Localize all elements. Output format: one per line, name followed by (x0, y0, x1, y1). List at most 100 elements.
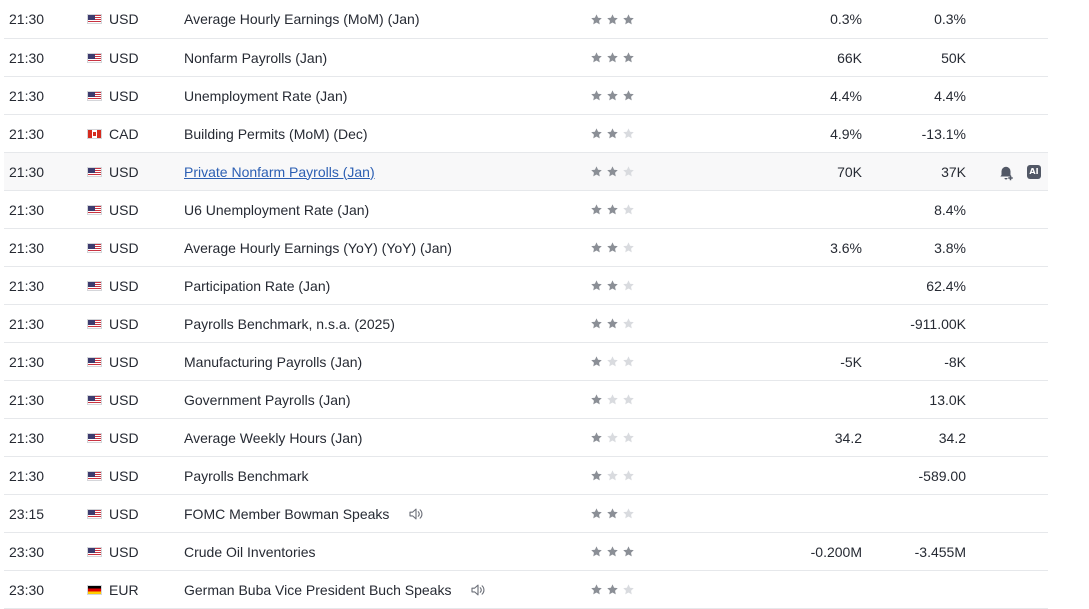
event-row[interactable]: 21:30 USD Average Hourly Earnings (MoM) (J… (4, 0, 1048, 39)
event-currency: USD (109, 391, 139, 408)
star-icon (590, 241, 603, 254)
event-row[interactable]: 21:30 USD Payrolls Benchmark, n.s.a. (2025… (4, 305, 1048, 343)
event-forecast: -589.00 (918, 467, 966, 484)
event-forecast: 8.4% (934, 201, 966, 218)
event-row[interactable]: 23:30 USD Crude Oil Inventories -0.200M -3.4… (4, 533, 1048, 571)
star-icon (606, 431, 619, 444)
star-icon (590, 51, 603, 64)
event-name[interactable]: Building Permits (MoM) (Dec) (184, 115, 368, 152)
event-row[interactable]: 21:30 USD Average Weekly Hours (Jan) 34.2 34… (4, 419, 1048, 457)
event-name[interactable]: Government Payrolls (Jan) (184, 381, 351, 418)
event-time: 21:30 (9, 315, 45, 332)
ai-icon[interactable]: AI (1027, 164, 1041, 179)
speaker-icon (407, 505, 425, 523)
event-currency: USD (109, 429, 139, 446)
event-time: 21:30 (9, 163, 45, 180)
star-icon (590, 355, 603, 368)
event-name-label: Payrolls Benchmark (184, 467, 309, 484)
star-icon (622, 51, 635, 64)
importance-stars (590, 77, 635, 114)
event-actual: -0.200M (810, 543, 862, 560)
star-icon (606, 89, 619, 102)
event-forecast: 34.2 (938, 429, 966, 446)
event-row[interactable]: 21:30 USD Nonfarm Payrolls (Jan) 66K 50K (4, 39, 1048, 77)
event-currency: USD (109, 353, 139, 370)
event-actual: -5K (840, 353, 862, 370)
event-row[interactable]: 23:30 EUR German Buba Vice President Buch … (4, 571, 1048, 609)
event-currency: USD (109, 201, 139, 218)
event-name[interactable]: Private Nonfarm Payrolls (Jan) (184, 153, 375, 190)
event-name[interactable]: Manufacturing Payrolls (Jan) (184, 343, 362, 380)
event-name[interactable]: Nonfarm Payrolls (Jan) (184, 39, 327, 76)
event-row[interactable]: 21:30 USD Manufacturing Payrolls (Jan) -5K -… (4, 343, 1048, 381)
event-time: 21:30 (9, 353, 45, 370)
event-name-label: Crude Oil Inventories (184, 543, 316, 560)
star-icon (590, 165, 603, 178)
event-name-label: Average Hourly Earnings (MoM) (Jan) (184, 11, 420, 27)
event-name[interactable]: FOMC Member Bowman Speaks (184, 495, 425, 532)
star-icon (606, 355, 619, 368)
event-time: 21:30 (9, 277, 45, 294)
event-currency: EUR (109, 581, 139, 598)
star-icon (622, 127, 635, 140)
us-flag-icon (87, 546, 102, 557)
event-row[interactable]: 21:30 USD Participation Rate (Jan) 62.4% (4, 267, 1048, 305)
de-flag-icon (87, 584, 102, 595)
event-name-label: U6 Unemployment Rate (Jan) (184, 201, 370, 218)
event-row[interactable]: 21:30 USD U6 Unemployment Rate (Jan) 8.4% (4, 191, 1048, 229)
us-flag-icon (87, 508, 102, 519)
importance-stars (590, 343, 635, 380)
event-name[interactable]: Average Hourly Earnings (MoM) (Jan) (184, 0, 420, 38)
event-currency: USD (109, 11, 139, 27)
importance-stars (590, 495, 635, 532)
event-name[interactable]: Crude Oil Inventories (184, 533, 316, 570)
event-currency: CAD (109, 125, 139, 142)
star-icon (622, 469, 635, 482)
event-row[interactable]: 21:30 USD Payrolls Benchmark -589.00 (4, 457, 1048, 495)
event-forecast: 62.4% (926, 277, 966, 294)
star-icon (590, 393, 603, 406)
event-name[interactable]: German Buba Vice President Buch Speaks (184, 571, 487, 608)
event-row[interactable]: 21:30 USD Unemployment Rate (Jan) 4.4% 4.4% (4, 77, 1048, 115)
us-flag-icon (87, 432, 102, 443)
speaker-icon (469, 581, 487, 599)
event-name[interactable]: Payrolls Benchmark, n.s.a. (2025) (184, 305, 395, 342)
event-row[interactable]: 21:30 USD Average Hourly Earnings (YoY) (Y… (4, 229, 1048, 267)
event-name[interactable]: U6 Unemployment Rate (Jan) (184, 191, 369, 228)
event-name-label: German Buba Vice President Buch Speaks (184, 581, 452, 598)
scrollbar[interactable] (1082, 0, 1089, 606)
event-row[interactable]: 21:30 USD Government Payrolls (Jan) 13.0K (4, 381, 1048, 419)
star-icon (606, 165, 619, 178)
event-row[interactable]: 23:15 USD FOMC Member Bowman Speaks (4, 495, 1048, 533)
star-icon (590, 469, 603, 482)
event-name[interactable]: Payrolls Benchmark (184, 457, 309, 494)
event-time: 21:30 (9, 429, 45, 446)
event-name[interactable]: Average Weekly Hours (Jan) (184, 419, 362, 456)
event-forecast: 3.8% (934, 239, 966, 256)
event-actual: 66K (837, 49, 862, 66)
star-icon (606, 51, 619, 64)
event-actual: 3.6% (830, 239, 862, 256)
event-time: 21:30 (9, 125, 45, 142)
event-row[interactable]: 21:30 USD Private Nonfarm Payrolls (Jan) 70… (4, 153, 1048, 191)
importance-stars (590, 571, 635, 608)
star-icon (606, 545, 619, 558)
star-icon (622, 393, 635, 406)
event-name[interactable]: Unemployment Rate (Jan) (184, 77, 347, 114)
event-currency: USD (109, 315, 139, 332)
event-currency: USD (109, 277, 139, 294)
event-name-label[interactable]: Private Nonfarm Payrolls (Jan) (184, 164, 375, 180)
event-forecast: 50K (941, 49, 966, 66)
bell-plus-icon[interactable] (997, 163, 1015, 181)
us-flag-icon (87, 356, 102, 367)
event-row[interactable]: 21:30 CAD Building Permits (MoM) (Dec) 4.9%… (4, 115, 1048, 153)
event-actual: 0.3% (830, 11, 862, 27)
event-name[interactable]: Participation Rate (Jan) (184, 267, 330, 304)
event-name[interactable]: Average Hourly Earnings (YoY) (YoY) (Jan… (184, 229, 452, 266)
event-currency: USD (109, 87, 139, 104)
event-actual: 4.9% (830, 125, 862, 142)
event-forecast: -3.455M (914, 543, 966, 560)
star-icon (622, 431, 635, 444)
event-name-label: Building Permits (MoM) (Dec) (184, 125, 368, 142)
event-actual: 70K (837, 163, 862, 180)
